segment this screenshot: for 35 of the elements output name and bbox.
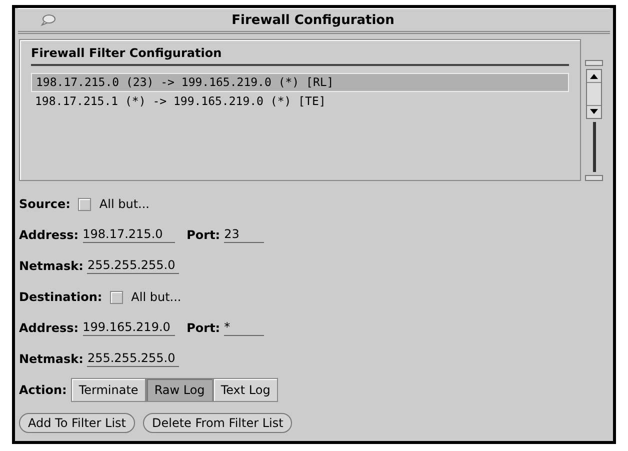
scrollbar-elevator[interactable] [586, 69, 602, 119]
input-field[interactable]: 23 [224, 227, 264, 243]
checkbox-label: All but... [131, 290, 182, 304]
scroll-down-icon[interactable] [589, 109, 599, 115]
input-field[interactable]: * [224, 320, 264, 336]
checkbox-label: All but... [99, 197, 150, 211]
input-field[interactable]: 255.255.255.0 [87, 258, 180, 274]
input-field[interactable]: 198.17.215.0 [82, 227, 175, 243]
window-title: Firewall Configuration [230, 12, 396, 28]
field-label: Port: [186, 228, 220, 242]
action-option[interactable]: Text Log [212, 378, 278, 402]
filter-list-item[interactable]: 198.17.215.0 (23) -> 199.165.219.0 (*) [RL] [31, 73, 569, 92]
field-label: Address: [19, 321, 79, 335]
checkbox[interactable] [78, 198, 92, 210]
action-option[interactable]: Raw Log [146, 378, 213, 402]
scrollbar-track[interactable] [592, 122, 596, 172]
panel-title: Firewall Filter Configuration [31, 46, 223, 62]
field-label: Port: [186, 321, 220, 335]
input-field[interactable]: 255.255.255.0 [87, 351, 180, 367]
input-field[interactable]: 199.165.219.0 [82, 320, 175, 336]
action-button[interactable]: Add To Filter List [19, 413, 136, 433]
window-menu-icon[interactable] [40, 14, 56, 26]
scroll-up-icon[interactable] [589, 73, 599, 79]
scrollbar-end-cap [585, 175, 603, 181]
field-label: Address: [19, 228, 79, 242]
field-label: Netmask: [19, 352, 84, 366]
section-label: Source: [19, 197, 70, 211]
scrollbar-end-cap [585, 60, 603, 66]
action-button[interactable]: Delete From Filter List [143, 413, 292, 433]
action-option[interactable]: Terminate [70, 378, 146, 402]
checkbox[interactable] [110, 290, 124, 304]
action-label: Action: [19, 383, 67, 397]
field-label: Netmask: [19, 259, 84, 273]
section-label: Destination: [19, 290, 102, 304]
filter-list-item[interactable]: 198.17.215.1 (*) -> 199.165.219.0 (*) [TE] [31, 92, 569, 110]
